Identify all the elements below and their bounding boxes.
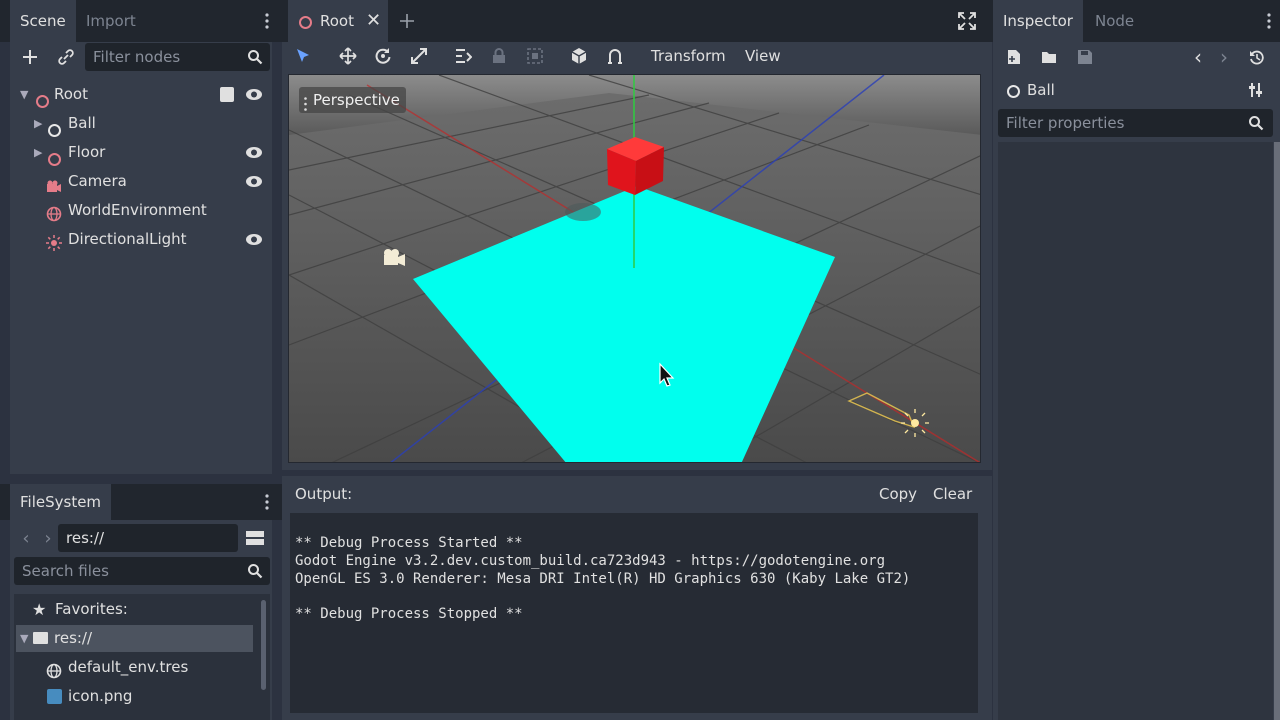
file-item-icon-png[interactable]: icon.png [16, 682, 268, 711]
snap-icon[interactable] [604, 45, 626, 67]
dock-menu-icon[interactable] [1262, 12, 1276, 30]
file-item-default-env[interactable]: default_env.tres [16, 653, 268, 682]
tab-import[interactable]: Import [76, 0, 146, 42]
image-file-icon [47, 689, 62, 704]
file-label-default-env: default_env.tres [68, 658, 189, 676]
tree-row-ball[interactable]: ▶ Ball [16, 109, 268, 138]
tree-label-directionallight: DirectionalLight [68, 230, 187, 248]
rotate-tool-icon[interactable] [372, 45, 394, 67]
open-folder-icon[interactable] [1038, 46, 1060, 68]
close-tab-icon[interactable]: ✕ [366, 0, 381, 42]
path-field[interactable]: res:// [58, 524, 238, 552]
file-label-icon-png: icon.png [68, 687, 133, 705]
list-select-icon[interactable] [452, 45, 474, 67]
property-list [998, 142, 1273, 720]
tree-row-floor[interactable]: ▶ Floor [16, 138, 268, 167]
inspector-object-name[interactable]: Ball [1027, 80, 1055, 100]
tree-label-worldenvironment: WorldEnvironment [68, 201, 207, 219]
perspective-menu[interactable]: Perspective [299, 87, 406, 113]
search-icon [244, 46, 266, 68]
history-forward-icon[interactable]: › [1216, 45, 1232, 69]
local-space-icon[interactable] [568, 45, 590, 67]
tree-row-worldenvironment[interactable]: WorldEnvironment [16, 196, 268, 225]
search-icon [244, 560, 266, 582]
search-icon [1245, 112, 1267, 134]
object-history-icon[interactable] [1246, 46, 1268, 68]
tab-scene[interactable]: Scene [10, 0, 76, 42]
tree-row-directionallight[interactable]: DirectionalLight [16, 225, 268, 254]
rigidbody-icon [48, 124, 61, 137]
tree-row-camera[interactable]: Camera [16, 167, 268, 196]
file-item-res[interactable]: ▼ res:// [16, 624, 268, 653]
dock-menu-icon[interactable] [260, 493, 274, 511]
transform-menu[interactable]: Transform [651, 41, 726, 71]
tab-inspector[interactable]: Inspector [993, 0, 1083, 42]
new-resource-icon[interactable] [1003, 46, 1025, 68]
tree-label-camera: Camera [68, 172, 127, 190]
3d-viewport[interactable]: Perspective [288, 74, 981, 463]
menu-dots-icon [304, 93, 307, 119]
file-item-favorites[interactable]: ★ Favorites: [16, 595, 268, 624]
viewport-scene [289, 75, 980, 462]
output-log[interactable]: ** Debug Process Started ** Godot Engine… [290, 513, 978, 713]
back-arrow-icon[interactable]: ‹ [18, 528, 34, 549]
log-line: Godot Engine v3.2.dev.custom_build.ca723… [295, 553, 886, 569]
tab-root[interactable]: Root ✕ [288, 0, 388, 42]
file-label-favorites: Favorites: [55, 600, 128, 618]
group-icon[interactable] [524, 45, 546, 67]
expand-arrow-icon[interactable]: ▶ [34, 138, 42, 167]
expand-arrow-icon[interactable]: ▶ [34, 109, 42, 138]
cube-shadow [565, 203, 601, 221]
copy-button[interactable]: Copy [879, 479, 917, 509]
clear-button[interactable]: Clear [933, 479, 972, 509]
tab-node[interactable]: Node [1085, 0, 1144, 42]
collapse-arrow-icon[interactable]: ▼ [20, 624, 28, 653]
light-icon [46, 232, 62, 261]
node3d-icon [299, 16, 312, 29]
log-line: OpenGL ES 3.0 Renderer: Mesa DRI Intel(R… [295, 571, 911, 587]
forward-arrow-icon[interactable]: › [40, 528, 56, 549]
history-back-icon[interactable]: ‹ [1190, 45, 1206, 69]
output-label: Output: [295, 485, 353, 503]
property-tools-icon[interactable] [1245, 79, 1267, 101]
node3d-icon [36, 95, 49, 108]
select-tool-icon[interactable] [292, 45, 314, 67]
collapse-arrow-icon[interactable]: ▼ [20, 80, 28, 109]
list-view-icon[interactable] [243, 526, 267, 550]
tree-label-floor: Floor [68, 143, 106, 161]
file-label-res: res:// [54, 629, 93, 647]
perspective-label: Perspective [313, 91, 400, 109]
dock-menu-icon[interactable] [260, 12, 274, 30]
script-icon[interactable] [220, 87, 234, 102]
tree-label-ball: Ball [68, 114, 96, 132]
tree-row-root[interactable]: ▼ Root [16, 80, 268, 109]
lock-icon[interactable] [488, 45, 510, 67]
log-line: ** Debug Process Started ** [295, 535, 523, 551]
right-edge-strip [1274, 142, 1280, 720]
node3d-icon [48, 153, 61, 166]
save-icon[interactable] [1074, 46, 1096, 68]
editor-tabbar [282, 0, 992, 42]
log-line: ** Debug Process Stopped ** [295, 606, 523, 622]
filter-nodes-input[interactable]: Filter nodes [85, 43, 270, 71]
move-tool-icon[interactable] [337, 45, 359, 67]
add-node-icon[interactable] [18, 45, 42, 69]
distraction-free-icon[interactable] [956, 10, 978, 32]
folder-icon [33, 632, 48, 644]
tree-label-root: Root [54, 85, 88, 103]
search-files-input[interactable]: Search files [14, 557, 270, 585]
filter-properties-input[interactable]: Filter properties [998, 109, 1273, 137]
rigidbody-icon [1007, 85, 1020, 98]
view-menu[interactable]: View [745, 41, 781, 71]
tab-filesystem[interactable]: FileSystem [10, 484, 112, 520]
tab-root-label: Root [320, 12, 354, 30]
scale-tool-icon[interactable] [408, 45, 430, 67]
add-tab-icon[interactable] [396, 10, 418, 32]
star-icon: ★ [32, 600, 47, 619]
visibility-eye-icon[interactable] [245, 225, 263, 264]
link-icon[interactable] [54, 45, 78, 69]
